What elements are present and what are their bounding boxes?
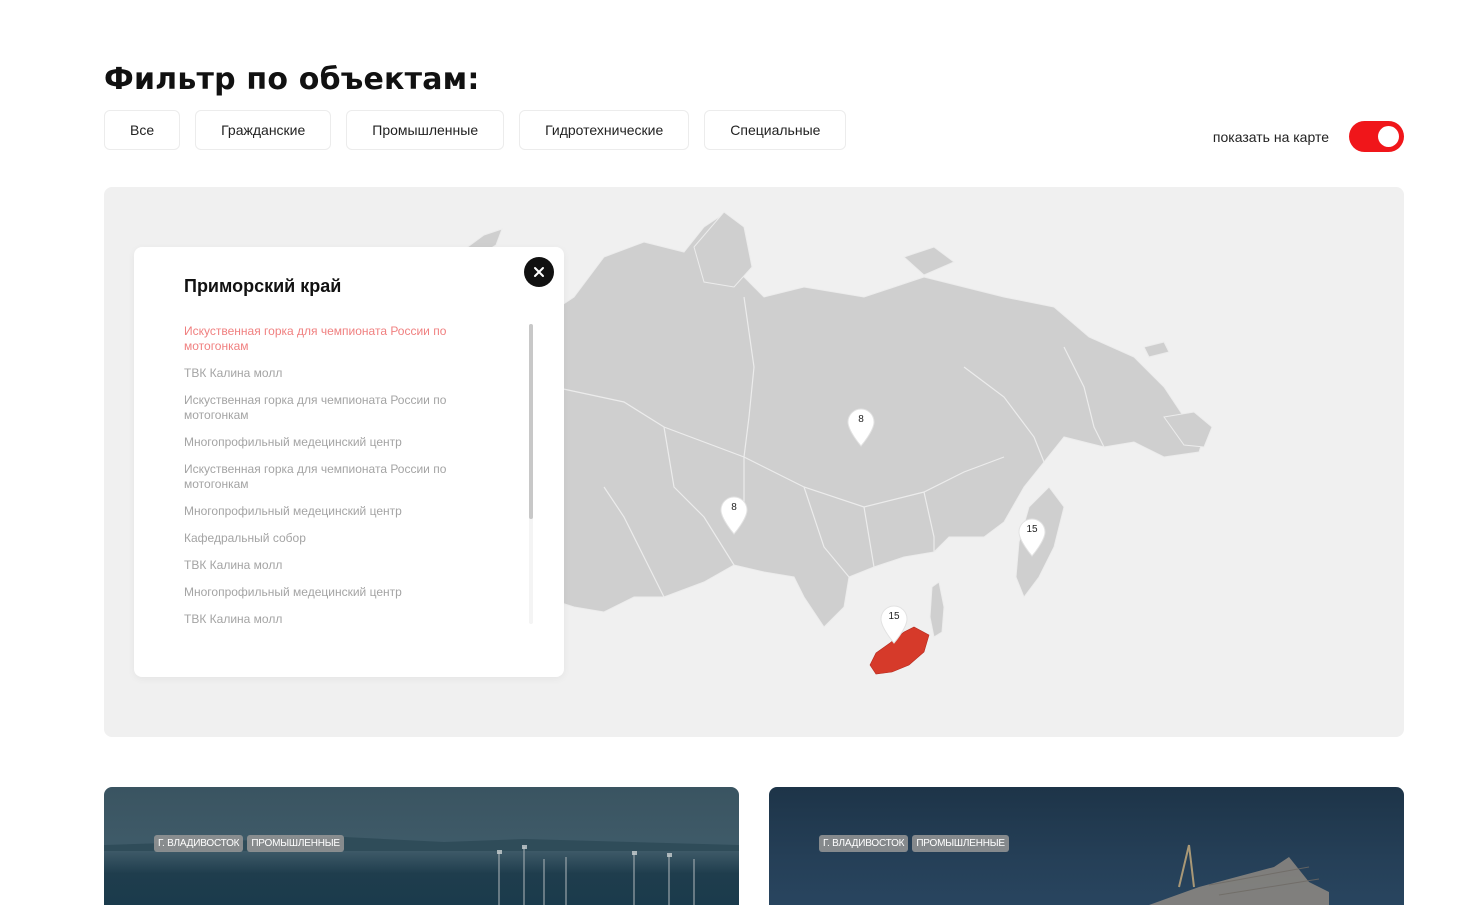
object-list-item[interactable]: Искуственная горка для чемпионата России… [184,393,484,423]
list-scrollbar-thumb[interactable] [529,324,533,519]
close-icon [534,267,544,277]
object-list-item[interactable]: Многопрофильный медецинский центр [184,585,484,600]
toggle-knob [1378,126,1399,147]
map-pin-icon [720,496,748,535]
marker-count: 8 [731,502,737,513]
filter-all-button[interactable]: Все [104,110,181,150]
marker-count: 15 [888,611,900,622]
page-title: Фильтр по объектам: [104,62,480,97]
map-pin-icon [1018,518,1046,557]
city-tag: г. владивосток [154,835,244,852]
marker-count: 8 [858,414,864,425]
close-button[interactable] [524,257,554,287]
filter-special-button[interactable]: Специальные [704,110,847,150]
project-card[interactable]: г. владивосток промышленные [104,787,739,905]
region-title: Приморский край [184,276,342,296]
map-pin-icon [880,605,908,644]
map-new-siberian-islands [1143,341,1170,358]
show-on-map-label: показать на карте [1212,128,1329,145]
category-tag: промышленные [247,835,344,852]
show-on-map-toggle[interactable] [1349,121,1404,152]
list-scrollbar[interactable] [529,324,533,624]
filter-industrial-button[interactable]: Промышленные [346,110,505,150]
object-list-item[interactable]: Кафедральный собор [184,531,484,546]
map-marker[interactable]: 8 [846,407,876,447]
map-pin-icon [847,408,875,447]
project-tags: г. владивосток промышленные [819,835,1009,852]
object-list-item[interactable]: Многопрофильный медецинский центр [184,504,484,519]
category-tag: промышленные [912,835,1009,852]
map-sakhalin [929,581,945,638]
marker-count: 15 [1026,524,1038,535]
object-list-item[interactable]: ТВК Калина молл [184,612,484,627]
project-card[interactable]: г. владивосток промышленные [769,787,1404,905]
map-marker[interactable]: 8 [719,495,749,535]
object-list-item[interactable]: ТВК Калина молл [184,558,484,573]
filter-bar: Все Гражданские Промышленные Гидротехнич… [104,110,847,150]
filter-civil-button[interactable]: Гражданские [195,110,332,150]
map-marker[interactable]: 15 [1017,517,1047,557]
object-list-item[interactable]: Искуственная горка для чемпионата России… [184,324,484,354]
filter-hydrotechnical-button[interactable]: Гидротехнические [519,110,690,150]
object-list-item[interactable]: Искуственная горка для чемпионата России… [184,462,484,492]
object-list-item[interactable]: ТВК Калина молл [184,366,484,381]
object-list: Искуственная горка для чемпионата России… [184,324,484,639]
map-marker[interactable]: 15 [879,604,909,644]
project-tags: г. владивосток промышленные [154,835,344,852]
map-panel[interactable]: 8 8 15 15 Приморский край Искуственная г… [104,187,1404,737]
show-on-map-control: показать на карте [1213,121,1404,152]
city-tag: г. владивосток [819,835,909,852]
region-popup: Приморский край Искуственная горка для ч… [134,247,564,677]
object-list-item[interactable]: Многопрофильный медецинский центр [184,435,484,450]
map-taymyr [693,211,753,288]
map-severnaya-zemlya [903,246,955,276]
